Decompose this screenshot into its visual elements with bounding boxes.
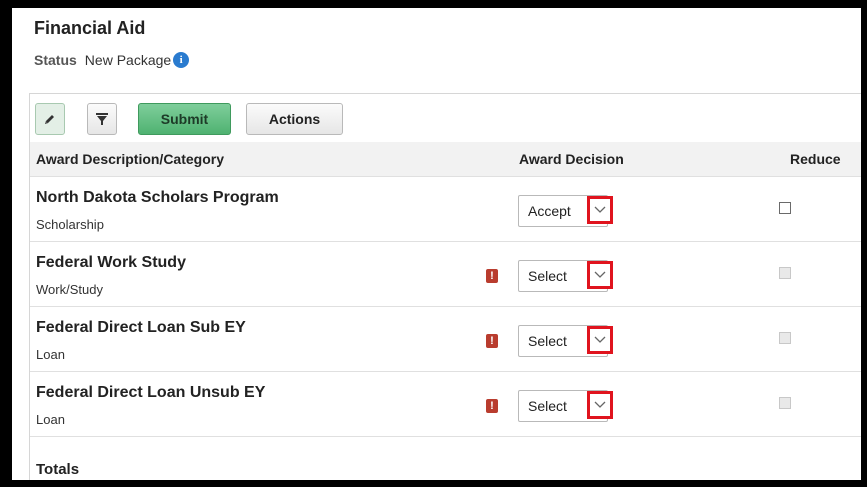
chevron-down-icon [594,206,606,213]
award-category: Scholarship [36,217,104,232]
chevron-down-icon [594,336,606,343]
table-row: Federal Direct Loan Unsub EY Loan ! Sele… [30,372,861,437]
award-name: North Dakota Scholars Program [36,189,279,206]
award-decision-select[interactable]: Select [518,325,613,357]
award-decision-select[interactable]: Accept [518,195,613,227]
header-reduce: Reduce [790,151,841,167]
reduce-checkbox [779,267,791,279]
select-value: Select [528,333,567,349]
table-row: North Dakota Scholars Program Scholarshi… [30,177,861,242]
table-row: Federal Work Study Work/Study ! Select [30,242,861,307]
awards-panel: Submit Actions Award Description/Categor… [29,93,861,480]
header-decision: Award Decision [519,151,624,167]
award-name: Federal Direct Loan Sub EY [36,319,246,336]
chevron-down-icon [594,401,606,408]
table-row: Federal Direct Loan Sub EY Loan ! Select [30,307,861,372]
status-row: Status New Package i [34,52,190,68]
award-category: Work/Study [36,282,103,297]
table-header: Award Description/Category Award Decisio… [30,142,861,177]
award-decision-select[interactable]: Select [518,260,613,292]
reduce-checkbox[interactable] [779,202,791,214]
award-category: Loan [36,347,65,362]
award-name: Federal Direct Loan Unsub EY [36,384,266,401]
select-value: Select [528,268,567,284]
award-decision-select[interactable]: Select [518,390,613,422]
award-category: Loan [36,412,65,427]
select-value: Select [528,398,567,414]
reduce-checkbox [779,397,791,409]
info-icon[interactable]: i [173,52,190,68]
page-title: Financial Aid [34,18,146,38]
dropdown-toggle[interactable] [587,391,613,419]
dropdown-toggle[interactable] [587,326,613,354]
edit-button[interactable] [35,103,65,135]
chevron-down-icon [594,271,606,278]
header-description: Award Description/Category [36,151,225,167]
toolbar: Submit Actions [30,94,861,142]
award-name: Federal Work Study [36,254,186,271]
actions-button[interactable]: Actions [246,103,343,135]
totals-label: Totals [36,461,80,478]
warning-icon: ! [486,334,498,348]
filter-icon [96,113,108,125]
financial-aid-page: Financial Aid Status New Package i Submi… [12,8,861,480]
filter-button[interactable] [87,103,117,135]
select-value: Accept [528,203,571,219]
warning-icon: ! [486,269,498,283]
submit-button[interactable]: Submit [138,103,231,135]
reduce-checkbox [779,332,791,344]
dropdown-toggle[interactable] [587,196,613,224]
status-label: Status [34,52,77,68]
status-value: New Package [84,52,172,68]
warning-icon: ! [486,399,498,413]
pencil-icon [45,115,54,124]
dropdown-toggle[interactable] [587,261,613,289]
